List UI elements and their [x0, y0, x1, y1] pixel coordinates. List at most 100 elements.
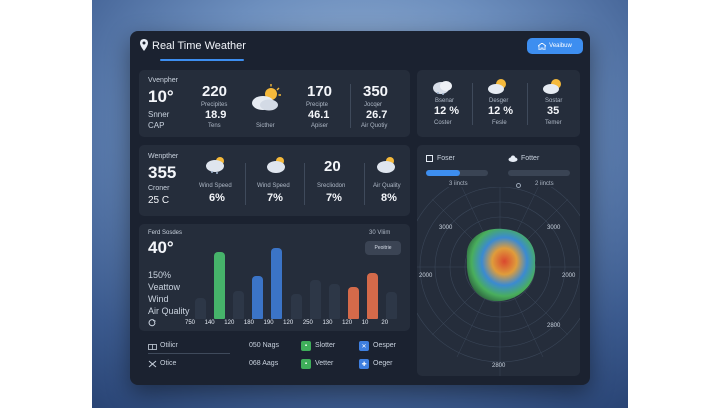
- x-tick-label: 190: [263, 320, 274, 326]
- radar-label-6: 2800: [547, 323, 561, 329]
- col3-label: Precipte: [306, 102, 329, 108]
- forecast-3-sub: Temer: [545, 120, 562, 126]
- chart-bar: [290, 294, 302, 319]
- radar-label-5: 2800: [492, 363, 506, 369]
- sun-cloud-icon: [377, 157, 395, 173]
- radar-label-4: 2000: [562, 273, 576, 279]
- radar-label-3: 2000: [419, 273, 433, 279]
- forecast-1-sub: Coster: [434, 120, 452, 126]
- forecast-3-label: Sostar: [545, 98, 563, 104]
- metric-4-label: Air Quality: [373, 183, 401, 189]
- forecast-2-value: 12 %: [488, 105, 514, 117]
- plus-badge-icon[interactable]: ✚: [359, 359, 369, 369]
- chart-line-2: Veattow: [148, 282, 181, 292]
- col4-value: 350: [363, 83, 389, 100]
- chart-line-4: Air Quality: [148, 306, 190, 316]
- chart-bar: [214, 251, 226, 319]
- divider: [472, 83, 473, 125]
- metric-3-label: Srecliodon: [317, 183, 346, 189]
- metric-2-label: Wind Speed: [257, 183, 290, 189]
- header-button[interactable]: Veaibuw: [527, 38, 583, 54]
- footer-row-1-badge-label: Slotter: [315, 342, 336, 349]
- conditions-value: 355: [148, 163, 177, 182]
- chart-bar: [328, 283, 340, 319]
- footer-list: Otilicr 050 Nags ▪ Slotter ✕ Oesper Otic…: [139, 333, 410, 377]
- current-weather-card: Vvenpher 10° Snner CAP 220 Precipites 18…: [139, 70, 410, 137]
- cross-icon: [148, 360, 157, 368]
- radar-progress-fill: [426, 170, 461, 176]
- divider: [245, 163, 246, 205]
- col3-sub2: Apiser: [311, 123, 329, 129]
- metric-1-label: Wind Speed: [199, 183, 232, 189]
- x-tick-label: 20: [381, 320, 389, 326]
- footer-row-2-left: Otice: [160, 360, 177, 367]
- sunny-cloud-icon: [543, 79, 561, 94]
- chart-bar: [195, 297, 207, 319]
- chart-right-label: 30 Vliim: [369, 230, 391, 236]
- home-icon: [538, 42, 547, 50]
- cloudy-icon: [433, 81, 452, 95]
- x-tick-label: 130: [322, 320, 333, 326]
- chart-bar: [309, 279, 321, 319]
- forecast-summary-card: Bsenar 12 % Coster Desger 12 % Fesle Sos…: [417, 70, 580, 137]
- cloud-icon: [508, 155, 518, 162]
- footer-row-1-badge2-label: Oesper: [373, 342, 396, 349]
- chart-bar: [233, 290, 245, 319]
- conditions-line2: 25 C: [148, 195, 170, 206]
- forecast-1-value: 12 %: [434, 105, 460, 117]
- chart-bar: [385, 292, 397, 319]
- app-header: Real Time Weather Veaibuw: [130, 31, 590, 63]
- metric-3-top: 20: [324, 158, 341, 175]
- card-label: Vvenpher: [148, 77, 178, 84]
- col3-sub: 46.1: [308, 109, 330, 121]
- col4-label: Jocqer: [364, 102, 383, 108]
- title-underline: [160, 59, 244, 61]
- card-line1: Snner: [148, 110, 170, 119]
- radar-label-2: 3000: [547, 225, 561, 231]
- chart-line-3: Wind: [148, 294, 169, 304]
- conditions-line1: Croner: [148, 185, 170, 192]
- metric-2-value: 7%: [267, 192, 283, 204]
- divider: [350, 84, 351, 128]
- close-badge-icon[interactable]: ✕: [359, 341, 369, 351]
- bar-chart: [191, 248, 401, 319]
- metric-3-value: 7%: [326, 192, 342, 204]
- page-margin-left: [0, 0, 92, 408]
- x-tick-label: 140: [204, 320, 215, 326]
- radar-map: 3000 3000 2000 2000 2800 2800: [417, 187, 580, 376]
- divider: [364, 163, 365, 205]
- x-tick-label: 120: [224, 320, 235, 326]
- card-line2: CAP: [148, 121, 165, 130]
- rain-cloud-icon: [206, 157, 224, 174]
- radar-tab-2[interactable]: Fotter: [521, 155, 539, 162]
- metric-1-value: 6%: [209, 192, 225, 204]
- divider: [304, 163, 305, 205]
- chart-card-temp: 40°: [148, 238, 174, 257]
- footer-row-2-mid: 068 Aags: [249, 360, 279, 367]
- temperature-value: 10°: [148, 87, 174, 106]
- radar-progress-track: [426, 170, 488, 176]
- cloud-sun-icon: [267, 157, 285, 173]
- partly-cloudy-icon: [488, 79, 506, 94]
- location-pin-icon: [140, 39, 148, 51]
- footer-row-2-badge2-label: Oeger: [373, 360, 393, 367]
- x-tick-label: 10: [361, 320, 369, 326]
- col1-label: Precipites: [201, 102, 228, 108]
- x-axis-labels: 750 140 120 180 190 120 250 130 120 10 20: [183, 320, 399, 328]
- chart-card-title: Ferd Sosdes: [148, 230, 183, 236]
- x-tick-label: 180: [243, 320, 254, 326]
- x-tick-label: 120: [342, 320, 353, 326]
- radar-card: Foser Fotter 3 iincts 2 iincts 3000 3000…: [417, 145, 580, 376]
- forecast-chart-card: Ferd Sosdes 40° 30 Vliim Peoitrie 150% V…: [139, 224, 410, 331]
- app-title: Real Time Weather: [152, 40, 246, 52]
- footer-row-1-left: Otilicr: [160, 342, 178, 349]
- radar-label-1: 3000: [439, 225, 453, 231]
- footer-row-1-mid: 050 Nags: [249, 342, 279, 349]
- radar-tab-1[interactable]: Foser: [437, 155, 455, 162]
- metric-4-value: 8%: [381, 192, 397, 204]
- chart-line-1: 150%: [148, 270, 172, 280]
- weather-app-window: Real Time Weather Veaibuw Vvenpher 10° S…: [130, 31, 590, 385]
- chart-bar: [271, 248, 283, 319]
- refresh-icon[interactable]: [148, 319, 156, 327]
- green-badge-icon: ▪: [301, 359, 311, 369]
